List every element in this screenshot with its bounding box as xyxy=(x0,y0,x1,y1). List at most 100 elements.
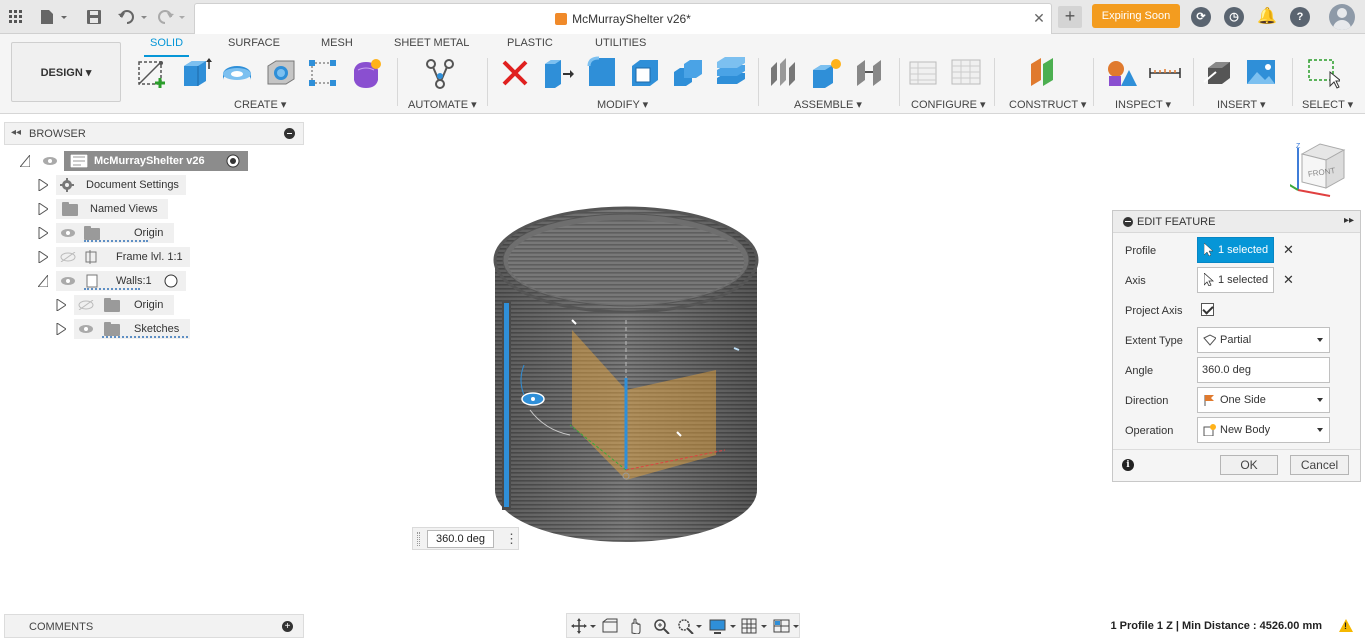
ok-button[interactable]: OK xyxy=(1220,455,1278,475)
shell-icon[interactable] xyxy=(628,56,662,90)
dialog-header[interactable]: EDIT FEATURE ▸▸ xyxy=(1113,211,1360,233)
tree-root-row[interactable]: McMurrayShelter v26 xyxy=(20,151,280,171)
automate-icon[interactable] xyxy=(423,56,457,90)
collapsed-triangle-icon[interactable] xyxy=(38,227,48,239)
undo-icon[interactable] xyxy=(116,7,150,27)
configure-icon[interactable] xyxy=(906,56,940,90)
grid-settings-icon[interactable] xyxy=(741,618,769,634)
add-comment-icon[interactable]: + xyxy=(282,621,293,632)
profile-selection-button[interactable]: 1 selected xyxy=(1197,237,1274,263)
tree-item-named-views[interactable]: Named Views xyxy=(38,199,238,219)
tab-surface[interactable]: SURFACE xyxy=(228,37,280,53)
automate-group-label[interactable]: AUTOMATE ▾ xyxy=(408,98,477,111)
scale-icon[interactable] xyxy=(714,56,748,90)
configure-group-label[interactable]: CONFIGURE ▾ xyxy=(911,98,986,111)
tree-item-frame[interactable]: Frame lvl. 1:1 xyxy=(38,247,238,267)
select-icon[interactable] xyxy=(1306,56,1343,90)
hidden-eye-icon[interactable] xyxy=(78,300,94,310)
zoom-icon[interactable] xyxy=(653,618,671,634)
visibility-eye-icon[interactable] xyxy=(60,228,76,238)
fillet-icon[interactable] xyxy=(585,56,619,90)
close-tab-icon[interactable]: ✕ xyxy=(1031,10,1047,26)
visibility-eye-icon[interactable] xyxy=(60,276,76,286)
tab-utilities[interactable]: UTILITIES xyxy=(595,37,646,53)
notifications-icon[interactable]: 🔔 xyxy=(1257,7,1277,27)
tree-item-walls[interactable]: Walls:1 xyxy=(38,271,238,291)
insert-derive-icon[interactable] xyxy=(1202,56,1236,90)
fit-zoom-icon[interactable] xyxy=(677,618,703,634)
hidden-eye-icon[interactable] xyxy=(60,252,76,262)
walls-origin-node[interactable]: Origin xyxy=(74,295,174,315)
more-options-icon[interactable]: ⋮ xyxy=(505,531,518,547)
create-form-icon[interactable] xyxy=(350,56,384,90)
file-menu-icon[interactable] xyxy=(38,7,70,27)
help-icon[interactable]: ? xyxy=(1290,7,1310,27)
workspace-switcher-button[interactable]: DESIGN ▾ xyxy=(11,42,121,102)
combine-icon[interactable] xyxy=(671,56,705,90)
revolve-icon[interactable] xyxy=(220,56,254,90)
sketches-node[interactable]: Sketches xyxy=(74,319,190,339)
browser-panel-header[interactable]: ◂◂ BROWSER xyxy=(4,122,304,145)
insert-group-label[interactable]: INSERT ▾ xyxy=(1217,98,1266,111)
tab-mesh[interactable]: MESH xyxy=(321,37,353,53)
hole-icon[interactable] xyxy=(264,56,298,90)
info-icon[interactable]: i xyxy=(1122,459,1134,471)
insert-canvas-icon[interactable] xyxy=(1244,56,1278,90)
operation-select[interactable]: New Body xyxy=(1197,417,1330,443)
tree-item-origin[interactable]: Origin xyxy=(38,223,238,243)
pan-icon[interactable] xyxy=(627,618,645,634)
create-sketch-icon[interactable] xyxy=(136,56,170,90)
collapsed-triangle-icon[interactable] xyxy=(38,203,48,215)
project-axis-checkbox[interactable] xyxy=(1201,303,1214,316)
expiring-soon-button[interactable]: Expiring Soon xyxy=(1092,4,1180,28)
select-group-label[interactable]: SELECT ▾ xyxy=(1302,98,1353,111)
frame-node[interactable]: Frame lvl. 1:1 xyxy=(56,247,190,267)
tree-item-walls-origin[interactable]: Origin xyxy=(56,295,256,315)
offset-plane-icon[interactable] xyxy=(1027,56,1061,90)
display-settings-icon[interactable] xyxy=(709,618,737,634)
save-icon[interactable] xyxy=(84,7,104,27)
joint-icon[interactable] xyxy=(768,56,802,90)
expanded-triangle-icon[interactable] xyxy=(38,275,48,287)
direction-select[interactable]: One Side xyxy=(1197,387,1330,413)
extent-type-select[interactable]: Partial xyxy=(1197,327,1330,353)
comments-panel[interactable]: COMMENTS + xyxy=(4,614,304,638)
extrude-icon[interactable] xyxy=(178,56,212,90)
assemble-group-label[interactable]: ASSEMBLE ▾ xyxy=(794,98,862,111)
named-views-node[interactable]: Named Views xyxy=(56,199,168,219)
collapse-dialog-icon[interactable] xyxy=(1123,217,1133,227)
construct-group-label[interactable]: CONSTRUCT ▾ xyxy=(1009,98,1086,111)
root-document-node[interactable]: McMurrayShelter v26 xyxy=(64,151,248,171)
refresh-icon[interactable]: ⟳ xyxy=(1191,7,1211,27)
collapsed-triangle-icon[interactable] xyxy=(38,251,48,263)
visibility-eye-icon[interactable] xyxy=(42,156,58,166)
revolved-wall-model[interactable] xyxy=(480,200,780,550)
inspect-icon[interactable] xyxy=(1105,56,1139,90)
clock-icon[interactable]: ◷ xyxy=(1224,7,1244,27)
axis-selection-button[interactable]: 1 selected xyxy=(1197,267,1274,293)
collapsed-triangle-icon[interactable] xyxy=(38,179,48,191)
angle-input[interactable] xyxy=(1197,357,1330,383)
configure-table-icon[interactable] xyxy=(949,56,983,90)
modify-group-label[interactable]: MODIFY ▾ xyxy=(597,98,648,111)
drag-grip-icon[interactable] xyxy=(417,532,420,546)
tab-sheet-metal[interactable]: SHEET METAL xyxy=(394,37,469,53)
clear-profile-icon[interactable]: ✕ xyxy=(1283,242,1294,258)
browser-minimize-icon[interactable] xyxy=(284,128,295,139)
origin-node[interactable]: Origin xyxy=(56,223,174,243)
look-at-icon[interactable] xyxy=(601,618,619,634)
activate-radio-icon[interactable] xyxy=(164,274,178,288)
cancel-button[interactable]: Cancel xyxy=(1290,455,1349,475)
create-group-label[interactable]: CREATE ▾ xyxy=(234,98,286,111)
active-radio-icon[interactable] xyxy=(226,154,240,168)
angle-value-input[interactable] xyxy=(427,530,494,548)
document-tab[interactable]: McMurrayShelter v26* ✕ xyxy=(194,3,1052,34)
viewcube[interactable]: FRONT Z xyxy=(1290,138,1354,200)
orbit-icon[interactable] xyxy=(571,618,597,634)
viewports-icon[interactable] xyxy=(773,618,801,634)
expanded-triangle-icon[interactable] xyxy=(20,155,30,167)
new-component-icon[interactable] xyxy=(810,56,844,90)
delete-icon[interactable] xyxy=(498,56,532,90)
collapsed-triangle-icon[interactable] xyxy=(56,299,66,311)
pattern-icon[interactable] xyxy=(306,56,340,90)
